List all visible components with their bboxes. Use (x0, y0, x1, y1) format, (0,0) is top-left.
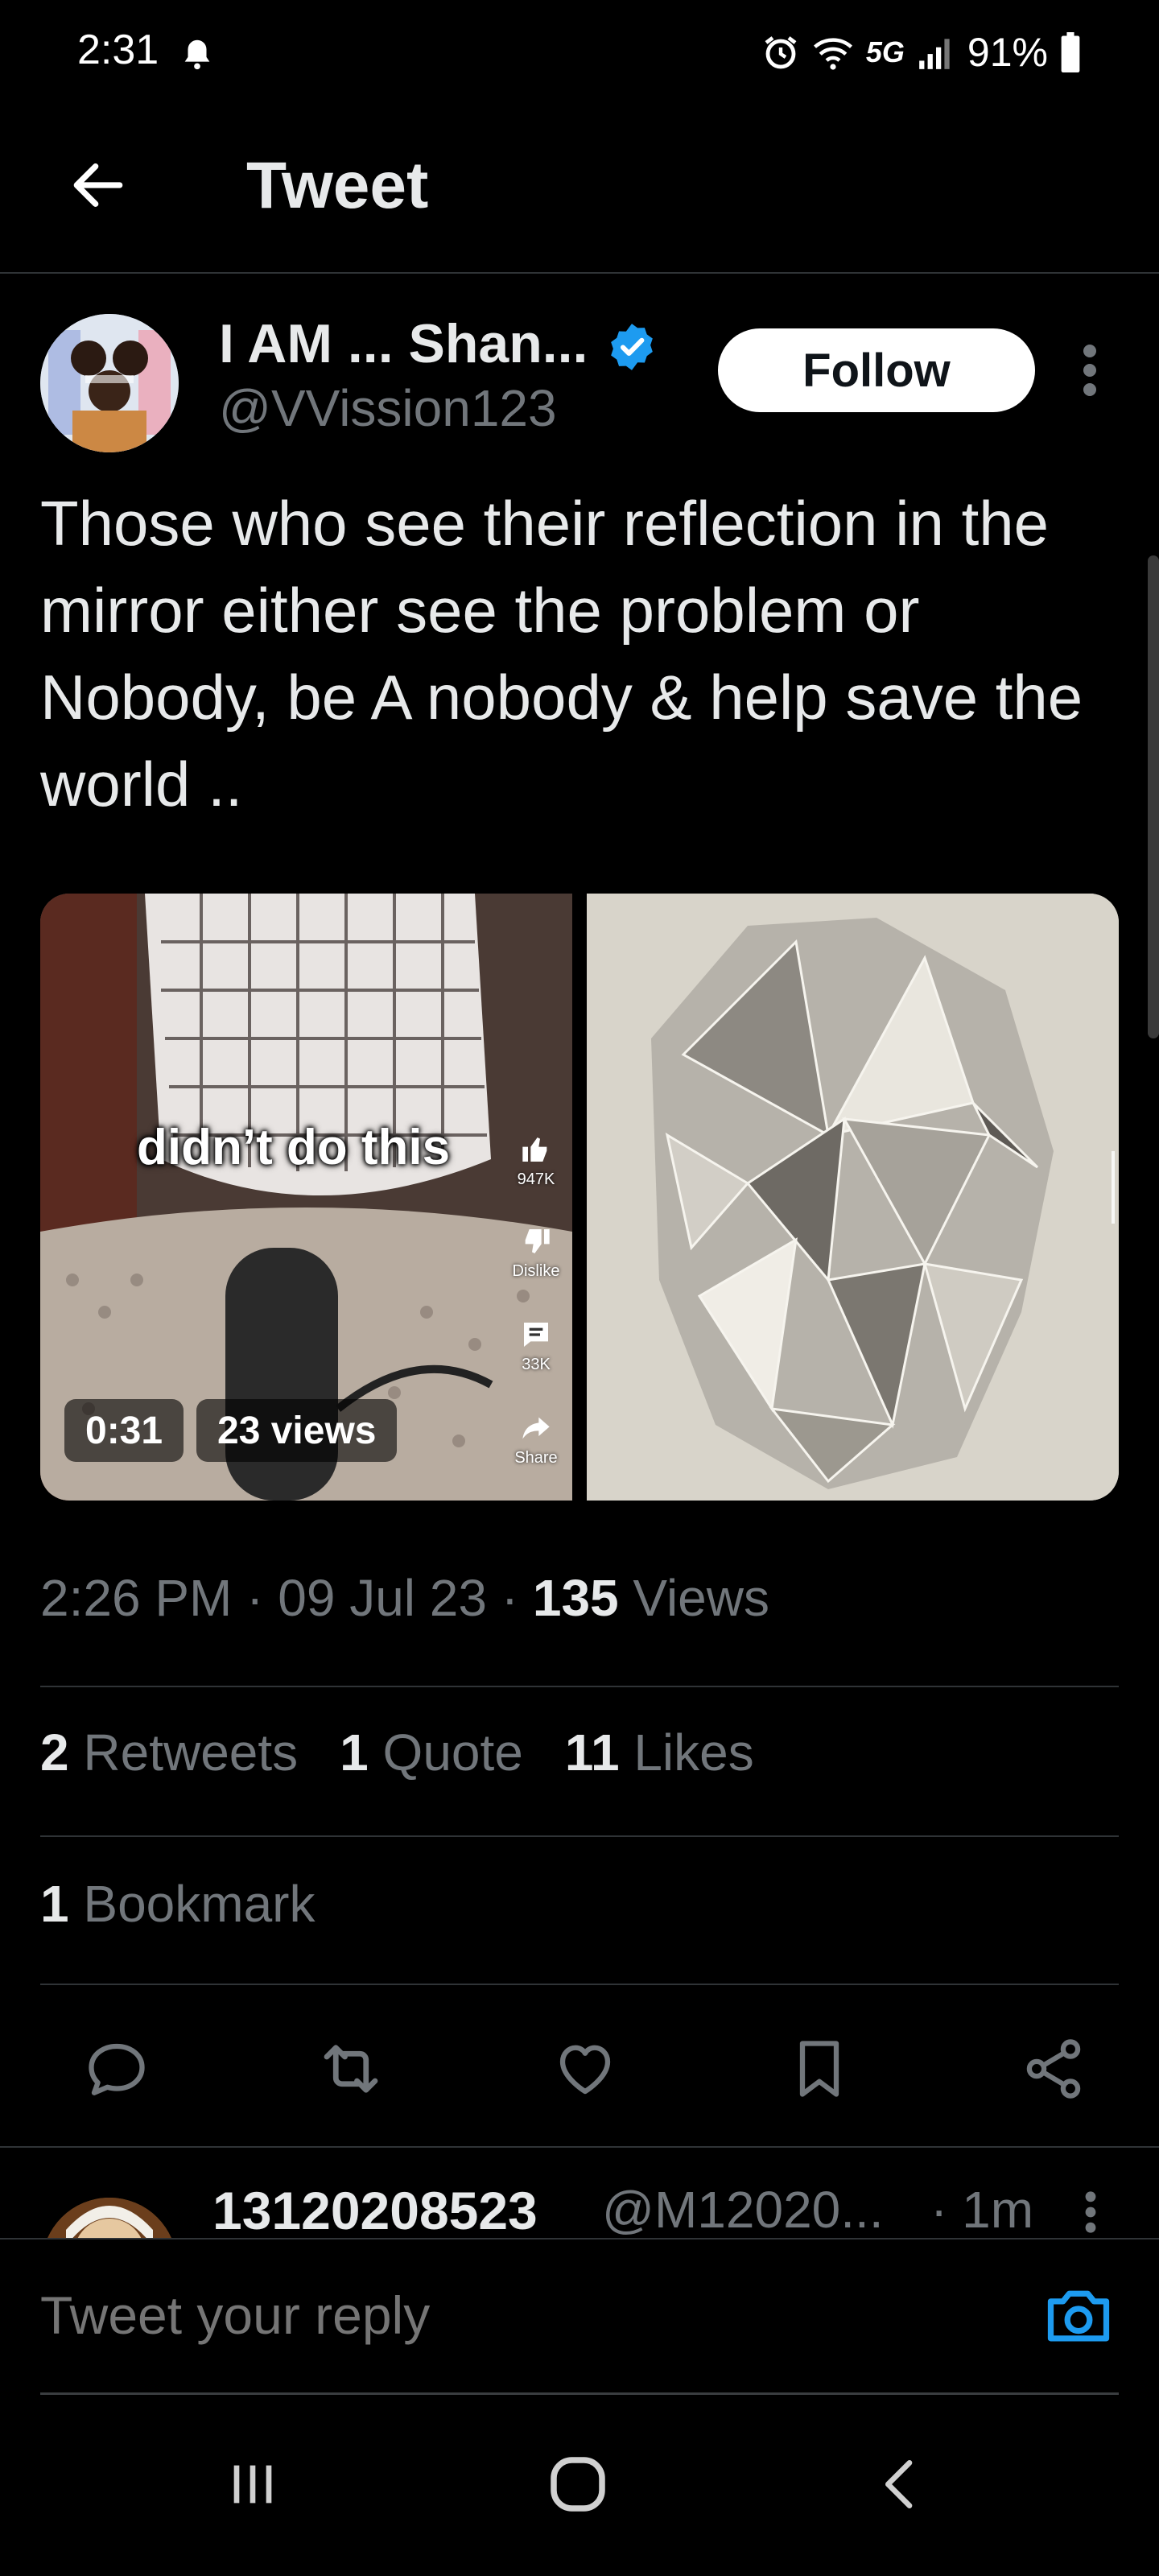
retweet-icon (324, 2045, 378, 2093)
share-button[interactable] (1017, 2033, 1090, 2105)
divider (0, 2146, 1159, 2148)
tweet-timestamp: 2:26 PM · 09 Jul 23 · 135 Views (40, 1568, 769, 1628)
retweets-count: 2 (40, 1724, 69, 1781)
chevron-left-icon (885, 2460, 913, 2508)
tweet-time: 2:26 PM (40, 1569, 233, 1627)
video-duration-badge: 0:31 (64, 1399, 184, 1462)
shattered-mirror-image (587, 894, 1119, 1501)
bookmark-icon (799, 2041, 839, 2097)
reply-bubble-icon (89, 2043, 145, 2095)
status-time: 2:31 (77, 27, 159, 73)
quotes-count: 1 (340, 1724, 369, 1781)
share-arrow-icon (522, 1417, 550, 1439)
likes-stat[interactable]: 11 Likes (565, 1723, 754, 1782)
video-like-group: 947K (512, 1133, 560, 1189)
bookmark-button[interactable] (783, 2033, 856, 2105)
divider (40, 1984, 1119, 1985)
more-options-icon[interactable] (1074, 338, 1106, 402)
divider (40, 1835, 1119, 1837)
composer-underline (40, 2392, 1119, 2395)
recent-apps-icon (233, 2465, 272, 2504)
like-button[interactable] (549, 2033, 621, 2105)
signal-icon (919, 39, 950, 69)
engagement-stats: 2 Retweets 1 Quote 11 Likes (40, 1723, 754, 1782)
verified-badge-icon (611, 324, 653, 370)
video-thumbnail[interactable]: didn’t do this 947K Dislike 33K Share 0:… (40, 894, 572, 1501)
video-views-badge: 23 views (196, 1399, 398, 1462)
status-right-group: 5G 91% (761, 24, 1082, 80)
camera-icon[interactable] (1041, 2280, 1116, 2354)
home-button[interactable] (522, 2436, 634, 2533)
bookmarks-stat[interactable]: 1 Bookmark (40, 1874, 315, 1934)
scrollbar[interactable] (1148, 555, 1159, 1038)
views-count: 135 (532, 1569, 619, 1627)
tweet-date: 09 Jul 23 (278, 1569, 487, 1627)
comment-icon (524, 1323, 548, 1347)
video-dislike-group: Dislike (512, 1225, 560, 1281)
recent-apps-button[interactable] (196, 2436, 309, 2533)
share-icon (1026, 2039, 1081, 2099)
author-name[interactable]: I AM ... Shan... (219, 312, 588, 375)
views-label[interactable]: Views (633, 1569, 769, 1627)
video-like-count: 947K (517, 1170, 555, 1188)
retweets-label: Retweets (83, 1724, 299, 1781)
home-icon (551, 2457, 605, 2512)
reply-author-handle[interactable]: @M12020... (602, 2180, 884, 2238)
likes-count: 11 (564, 1724, 620, 1781)
alarm-icon (765, 36, 797, 69)
reply-item[interactable]: 13120208523 @M12020... · 1m (0, 2149, 1159, 2238)
tweet-actions (40, 2021, 1119, 2117)
notification-bell-icon (184, 39, 210, 70)
reply-input[interactable] (40, 2275, 990, 2355)
status-bar: 2:31 5G 91% (0, 0, 1159, 105)
reply-button[interactable] (80, 2033, 153, 2105)
bookmarks-label: Bookmark (83, 1875, 316, 1933)
retweet-button[interactable] (315, 2033, 387, 2105)
quotes-label: Quote (382, 1724, 523, 1781)
video-dislike-label: Dislike (512, 1262, 560, 1280)
back-button[interactable] (58, 145, 138, 225)
network-type: 5G (865, 35, 905, 68)
tweet-text: Those who see their reflection in the mi… (40, 488, 1083, 819)
battery-percent: 91% (967, 30, 1048, 75)
video-comment-group: 33K (512, 1319, 560, 1374)
arrow-left-icon (73, 163, 123, 207)
system-back-button[interactable] (845, 2436, 958, 2533)
video-caption: didn’t do this (137, 1120, 451, 1175)
avatar-image (40, 314, 179, 452)
system-nav-bar (0, 2396, 1159, 2576)
likes-label: Likes (633, 1724, 754, 1781)
author-avatar[interactable] (40, 314, 179, 452)
heart-icon (559, 2045, 611, 2095)
reply-avatar-image (42, 2198, 177, 2238)
thumbs-down-icon (525, 1229, 550, 1253)
reply-composer (0, 2238, 1159, 2396)
battery-icon (1061, 32, 1080, 72)
reply-more-options-icon[interactable] (1079, 2186, 1103, 2238)
video-share-label: Share (514, 1449, 558, 1467)
video-comment-count: 33K (522, 1356, 551, 1373)
video-share-group: Share (512, 1412, 560, 1468)
retweets-stat[interactable]: 2 Retweets (40, 1723, 298, 1782)
reply-author-name[interactable]: 13120208523 (212, 2180, 538, 2238)
wifi-icon (813, 38, 852, 70)
author-handle[interactable]: @VVission123 (219, 378, 557, 438)
mirror-face-image[interactable] (587, 894, 1119, 1501)
thumbs-up-icon (522, 1137, 547, 1162)
follow-button[interactable]: Follow (718, 328, 1035, 412)
divider (40, 1686, 1119, 1687)
bookmarks-count: 1 (40, 1875, 69, 1933)
meta-separator-1: · (246, 1569, 278, 1627)
meta-separator-2: · (501, 1569, 533, 1627)
tweet-media: didn’t do this 947K Dislike 33K Share 0:… (40, 894, 1119, 1501)
page-title: Tweet (246, 149, 429, 222)
quotes-stat[interactable]: 1 Quote (340, 1723, 523, 1782)
reply-avatar[interactable] (42, 2198, 177, 2238)
reply-timestamp: · 1m (930, 2181, 1033, 2238)
top-bar: Tweet (0, 105, 1159, 274)
